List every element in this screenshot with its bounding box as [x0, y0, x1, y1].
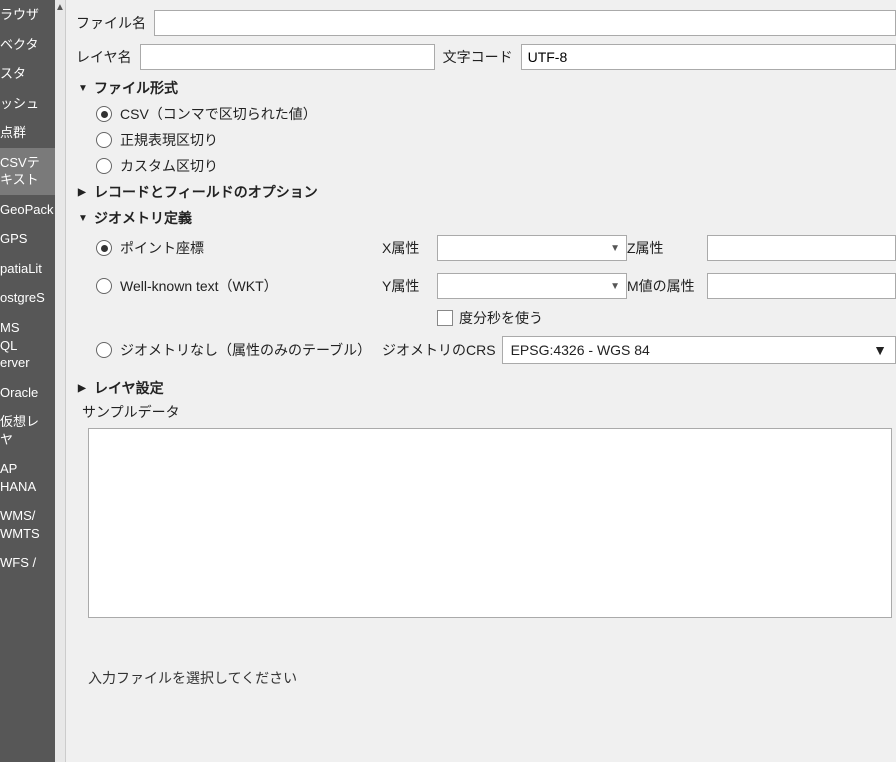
section-geometry[interactable]: ▼ ジオメトリ定義 [78, 208, 896, 228]
x-attr-combo[interactable]: ▼ [437, 235, 627, 261]
section-layer-settings[interactable]: ▶ レイヤ設定 [78, 378, 896, 398]
caret-down-icon: ▼ [873, 342, 887, 358]
triangle-right-icon: ▶ [78, 383, 90, 394]
z-attr-label: Z属性 [627, 238, 707, 258]
layer-name-input[interactable] [140, 44, 435, 70]
radio-icon [96, 132, 112, 148]
m-attr-combo[interactable] [707, 273, 896, 299]
caret-down-icon: ▼ [610, 281, 620, 292]
radio-icon [96, 158, 112, 174]
x-attr-label: X属性 [382, 238, 437, 258]
radio-icon [96, 106, 112, 122]
sidebar-scrollbar[interactable]: ▲ [55, 0, 65, 762]
encoding-combo[interactable] [521, 44, 896, 70]
sidebar-item-wfs[interactable]: WFS / [0, 548, 55, 578]
radio-icon [96, 240, 112, 256]
sidebar-item-raster[interactable]: スタ [0, 59, 55, 89]
sidebar-item-mesh[interactable]: ッシュ [0, 89, 55, 119]
crs-combo[interactable]: EPSG:4326 - WGS 84 ▼ [502, 336, 896, 364]
sidebar-item-mssql[interactable]: MS QL erver [0, 313, 55, 378]
section-file-format[interactable]: ▼ ファイル形式 [78, 78, 896, 98]
radio-icon [96, 278, 112, 294]
sample-data-area [88, 428, 892, 618]
dms-label: 度分秒を使う [459, 308, 543, 328]
radio-csv[interactable]: CSV（コンマで区切られた値） [96, 104, 896, 124]
triangle-down-icon: ▼ [78, 213, 90, 224]
crs-label: ジオメトリのCRS [382, 340, 496, 360]
radio-nogeom[interactable]: ジオメトリなし（属性のみのテーブル） [96, 340, 382, 360]
sidebar-item-virtual[interactable]: 仮想レ ヤ [0, 407, 55, 454]
layer-name-label: レイヤ名 [76, 47, 132, 67]
status-message: 入力ファイルを選択してください [88, 668, 896, 688]
sidebar-item-oracle[interactable]: Oracle [0, 378, 55, 408]
caret-down-icon: ▼ [610, 243, 620, 254]
scroll-up-icon[interactable]: ▲ [55, 2, 65, 13]
z-attr-combo[interactable] [707, 235, 896, 261]
m-attr-label: M値の属性 [627, 276, 707, 296]
sidebar-item-browser[interactable]: ラウザ [0, 0, 55, 30]
y-attr-label: Y属性 [382, 276, 437, 296]
sidebar-item-pointcloud[interactable]: 点群 [0, 118, 55, 148]
radio-icon [96, 342, 112, 358]
radio-custom[interactable]: カスタム区切り [96, 156, 896, 176]
encoding-label: 文字コード [443, 47, 513, 67]
sidebar-item-saphana[interactable]: AP HANA [0, 454, 55, 501]
sample-data-label: サンプルデータ [82, 402, 896, 422]
dms-checkbox[interactable] [437, 310, 453, 326]
sidebar-item-geopackage[interactable]: GeoPack [0, 195, 55, 225]
radio-wkt[interactable]: Well-known text（WKT） [96, 276, 382, 296]
sidebar-item-spatialite[interactable]: patiaLit [0, 254, 55, 284]
sidebar-item-postgres[interactable]: ostgreS [0, 283, 55, 313]
section-record-fields[interactable]: ▶ レコードとフィールドのオプション [78, 182, 896, 202]
main-panel: ファイル名 レイヤ名 文字コード ▼ ファイル形式 CSV（コンマで区切られた値… [66, 0, 896, 762]
sidebar-item-gps[interactable]: GPS [0, 224, 55, 254]
sidebar: ラウザ ベクタ スタ ッシュ 点群 CSVテ キスト GeoPack GPS p… [0, 0, 55, 762]
radio-regex[interactable]: 正規表現区切り [96, 130, 896, 150]
sidebar-item-wms[interactable]: WMS/ WMTS [0, 501, 55, 548]
triangle-right-icon: ▶ [78, 187, 90, 198]
triangle-down-icon: ▼ [78, 83, 90, 94]
sidebar-item-csv[interactable]: CSVテ キスト [0, 148, 55, 195]
radio-point[interactable]: ポイント座標 [96, 238, 382, 258]
sidebar-item-vector[interactable]: ベクタ [0, 30, 55, 60]
y-attr-combo[interactable]: ▼ [437, 273, 627, 299]
file-name-label: ファイル名 [76, 13, 146, 33]
file-name-input[interactable] [154, 10, 896, 36]
